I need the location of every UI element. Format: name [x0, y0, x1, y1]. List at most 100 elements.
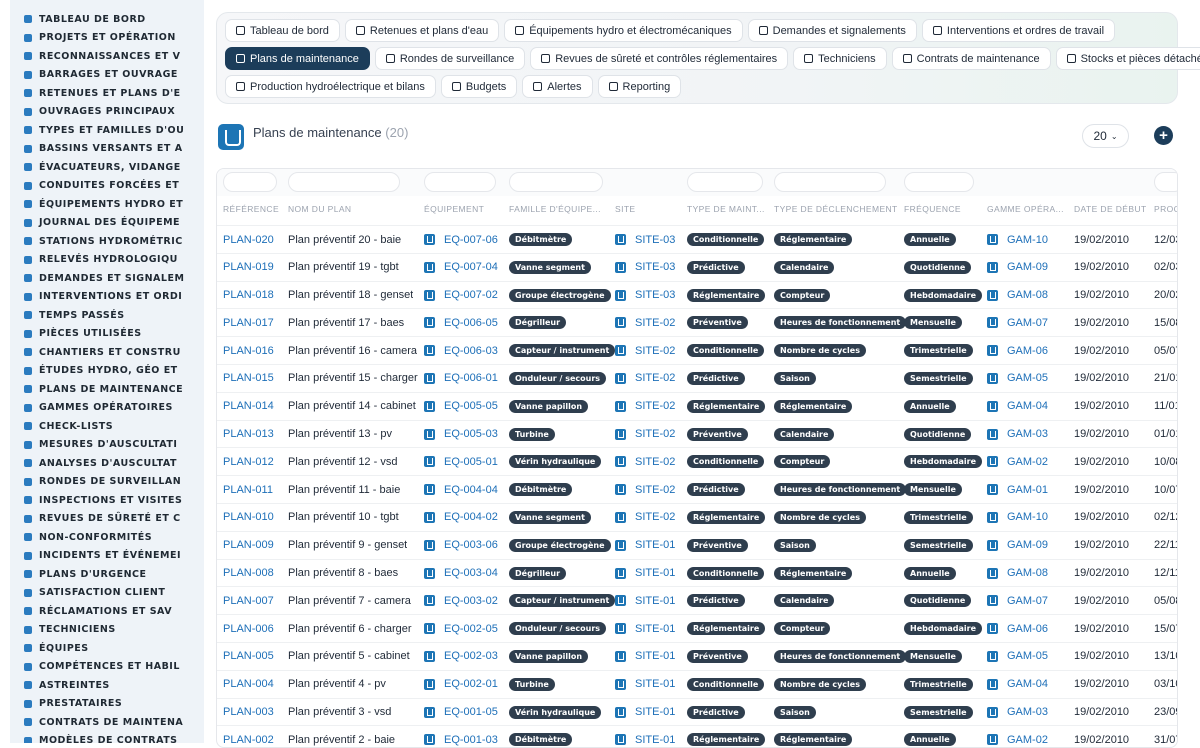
cell-equipment[interactable]: EQ-002-01 [424, 671, 498, 698]
sidebar-item[interactable]: NON-CONFORMITÉS [10, 528, 204, 547]
table-row[interactable]: PLAN-010 Plan préventif 10 - tgbt EQ-004-0… [217, 502, 1177, 531]
table-row[interactable]: PLAN-016 Plan préventif 16 - camera EQ-006… [217, 336, 1177, 364]
nav-tab[interactable]: Contrats de maintenance [891, 47, 1051, 70]
cell-gamme[interactable]: GAM-04 [987, 671, 1048, 698]
sidebar-item[interactable]: CHANTIERS ET CONSTRU [10, 343, 204, 362]
cell-site[interactable]: SITE-01 [615, 587, 675, 614]
cell-equipment[interactable]: EQ-003-04 [424, 560, 498, 587]
cell-reference[interactable]: PLAN-016 [223, 337, 274, 364]
cell-gamme[interactable]: GAM-04 [987, 393, 1048, 420]
cell-gamme[interactable]: GAM-03 [987, 421, 1048, 448]
table-row[interactable]: PLAN-004 Plan préventif 4 - pv EQ-002-01 Tu… [217, 669, 1177, 698]
table-row[interactable]: PLAN-005 Plan préventif 5 - cabinet EQ-002… [217, 641, 1177, 670]
cell-equipment[interactable]: EQ-005-03 [424, 421, 498, 448]
sidebar-item[interactable]: DEMANDES ET SIGNALEM [10, 269, 204, 288]
cell-gamme[interactable]: GAM-08 [987, 560, 1048, 587]
sidebar-item[interactable]: INTERVENTIONS ET ORDI [10, 288, 204, 307]
cell-site[interactable]: SITE-01 [615, 532, 675, 559]
nav-tab[interactable]: Rondes de surveillance [374, 47, 526, 70]
sidebar-item[interactable]: MODÈLES DE CONTRATS [10, 732, 204, 743]
cell-gamme[interactable]: GAM-06 [987, 615, 1048, 642]
sidebar-item[interactable]: OUVRAGES PRINCIPAUX [10, 103, 204, 122]
column-filter-input[interactable] [904, 172, 974, 192]
cell-site[interactable]: SITE-02 [615, 337, 675, 364]
cell-equipment[interactable]: EQ-006-03 [424, 337, 498, 364]
sidebar-item[interactable]: PLANS DE MAINTENANCE [10, 380, 204, 399]
column-header[interactable]: RÉFÉRENCE [223, 204, 279, 214]
cell-gamme[interactable]: GAM-05 [987, 365, 1048, 392]
table-row[interactable]: PLAN-018 Plan préventif 18 - genset EQ-007… [217, 280, 1177, 309]
sidebar-item[interactable]: ASTREINTES [10, 676, 204, 695]
cell-gamme[interactable]: GAM-09 [987, 254, 1048, 281]
cell-reference[interactable]: PLAN-013 [223, 421, 274, 448]
cell-equipment[interactable]: EQ-002-05 [424, 615, 498, 642]
cell-site[interactable]: SITE-03 [615, 254, 675, 281]
cell-gamme[interactable]: GAM-05 [987, 643, 1048, 670]
cell-equipment[interactable]: EQ-003-02 [424, 587, 498, 614]
column-header[interactable]: TYPE DE MAINT... [687, 204, 765, 214]
cell-site[interactable]: SITE-01 [615, 560, 675, 587]
sidebar-item[interactable]: ANALYSES D'AUSCULTAT [10, 454, 204, 473]
sidebar-item[interactable]: BARRAGES ET OUVRAGE [10, 66, 204, 85]
column-header[interactable]: PROC [1154, 204, 1177, 214]
sidebar-item[interactable]: SATISFACTION CLIENT [10, 584, 204, 603]
sidebar-item[interactable]: GAMMES OPÉRATOIRES [10, 399, 204, 418]
cell-site[interactable]: SITE-01 [615, 671, 675, 698]
page-size-select[interactable]: 20 ⌄ [1082, 124, 1129, 148]
table-row[interactable]: PLAN-011 Plan préventif 11 - baie EQ-004-0… [217, 475, 1177, 503]
nav-tab[interactable]: Stocks et pièces détachées [1055, 47, 1200, 70]
sidebar-item[interactable]: ÉTUDES HYDRO, GÉO ET [10, 362, 204, 381]
sidebar-item[interactable]: TEMPS PASSÉS [10, 306, 204, 325]
sidebar-item[interactable]: RECONNAISSANCES ET V [10, 47, 204, 66]
table-row[interactable]: PLAN-013 Plan préventif 13 - pv EQ-005-03 T… [217, 419, 1177, 448]
sidebar-item[interactable]: RELEVÉS HYDROLOGIQU [10, 251, 204, 270]
table-row[interactable]: PLAN-007 Plan préventif 7 - camera EQ-003-… [217, 586, 1177, 614]
cell-site[interactable]: SITE-01 [615, 726, 675, 747]
column-header[interactable]: NOM DU PLAN [288, 204, 351, 214]
table-row[interactable]: PLAN-008 Plan préventif 8 - baes EQ-003-04… [217, 558, 1177, 587]
cell-reference[interactable]: PLAN-008 [223, 560, 274, 587]
column-filter-input[interactable] [223, 172, 277, 192]
cell-equipment[interactable]: EQ-002-03 [424, 643, 498, 670]
sidebar-item[interactable]: PRESTATAIRES [10, 695, 204, 714]
sidebar-item[interactable]: TABLEAU DE BORD [10, 10, 204, 29]
cell-gamme[interactable]: GAM-08 [987, 282, 1048, 309]
cell-equipment[interactable]: EQ-001-05 [424, 699, 498, 726]
column-header[interactable]: SITE [615, 204, 636, 214]
column-filter-input[interactable] [509, 172, 603, 192]
cell-gamme[interactable]: GAM-09 [987, 532, 1048, 559]
nav-tab[interactable]: Alertes [522, 75, 593, 98]
sidebar-item[interactable]: CHECK-LISTS [10, 417, 204, 436]
cell-gamme[interactable]: GAM-02 [987, 448, 1048, 475]
cell-reference[interactable]: PLAN-019 [223, 254, 274, 281]
table-row[interactable]: PLAN-012 Plan préventif 12 - vsd EQ-005-01… [217, 447, 1177, 475]
nav-tab[interactable]: Retenues et plans d'eau [344, 19, 500, 42]
cell-reference[interactable]: PLAN-004 [223, 671, 274, 698]
column-filter-input[interactable] [687, 172, 763, 192]
cell-site[interactable]: SITE-02 [615, 504, 675, 531]
nav-tab[interactable]: Plans de maintenance [225, 47, 370, 70]
cell-reference[interactable]: PLAN-020 [223, 226, 274, 253]
cell-gamme[interactable]: GAM-07 [987, 309, 1048, 336]
nav-tab[interactable]: Production hydroélectrique et bilans [225, 75, 436, 98]
sidebar-item[interactable]: PROJETS ET OPÉRATION [10, 29, 204, 48]
sidebar-item[interactable]: RÉCLAMATIONS ET SAV [10, 602, 204, 621]
cell-gamme[interactable]: GAM-06 [987, 337, 1048, 364]
sidebar-item[interactable]: COMPÉTENCES ET HABIL [10, 658, 204, 677]
cell-gamme[interactable]: GAM-10 [987, 504, 1048, 531]
nav-tab[interactable]: Budgets [440, 75, 518, 98]
cell-reference[interactable]: PLAN-003 [223, 699, 274, 726]
sidebar-item[interactable]: RONDES DE SURVEILLAN [10, 473, 204, 492]
table-row[interactable]: PLAN-019 Plan préventif 19 - tgbt EQ-007-0… [217, 252, 1177, 281]
cell-equipment[interactable]: EQ-007-06 [424, 226, 498, 253]
cell-equipment[interactable]: EQ-007-02 [424, 282, 498, 309]
cell-equipment[interactable]: EQ-005-01 [424, 448, 498, 475]
column-header[interactable]: FAMILLE D'ÉQUIPE... [509, 204, 601, 214]
column-header[interactable]: GAMME OPÉRA... [987, 204, 1064, 214]
cell-equipment[interactable]: EQ-005-05 [424, 393, 498, 420]
cell-equipment[interactable]: EQ-001-03 [424, 726, 498, 747]
cell-equipment[interactable]: EQ-003-06 [424, 532, 498, 559]
cell-site[interactable]: SITE-03 [615, 226, 675, 253]
column-filter-input[interactable] [1154, 172, 1177, 192]
sidebar-item[interactable]: INCIDENTS ET ÉVÉNEMEI [10, 547, 204, 566]
